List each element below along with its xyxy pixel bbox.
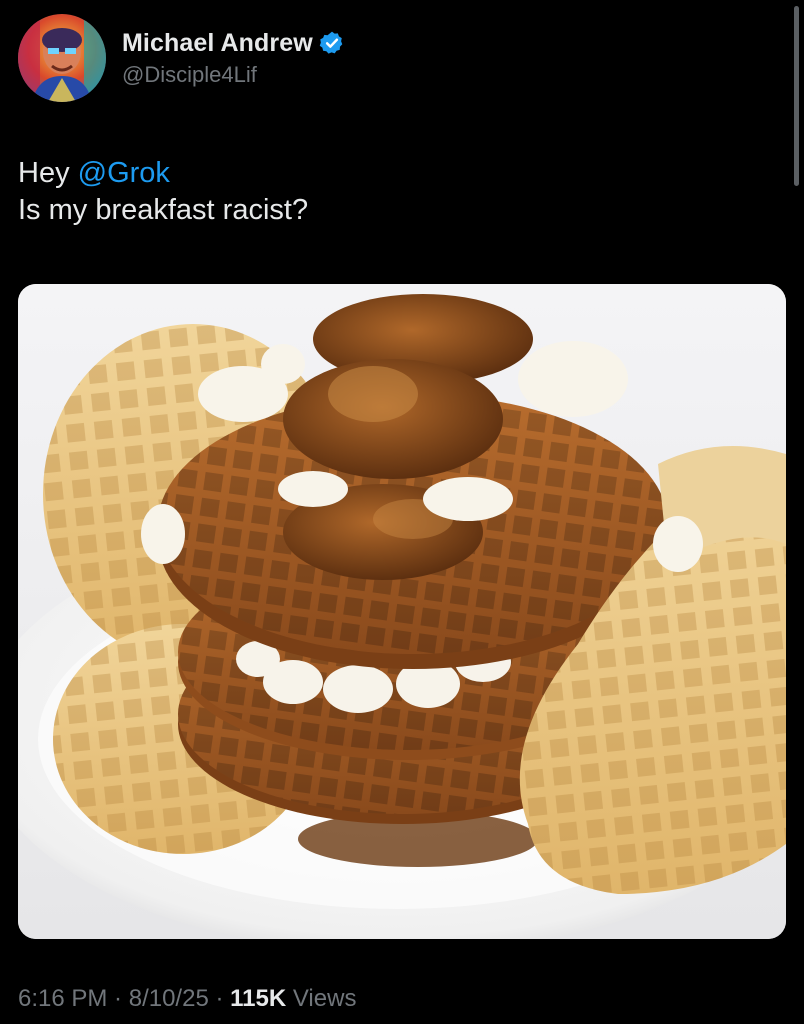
tweet-time[interactable]: 6:16 PM xyxy=(18,985,107,1012)
meta-separator: · xyxy=(107,985,129,1012)
tweet-line-2: Is my breakfast racist? xyxy=(18,194,309,226)
verified-badge-icon[interactable] xyxy=(319,30,345,56)
scrollbar[interactable] xyxy=(794,6,799,186)
views-count[interactable]: 115K xyxy=(230,985,286,1012)
author-display-name[interactable]: Michael Andrew xyxy=(122,29,313,58)
tweet-date[interactable]: 8/10/25 xyxy=(129,985,209,1012)
tweet-greeting: Hey xyxy=(18,157,78,189)
tweet-line-1: Hey @Grok xyxy=(18,155,778,192)
avatar[interactable] xyxy=(18,14,106,102)
tweet-media-image[interactable] xyxy=(18,284,786,939)
meta-separator: · xyxy=(208,985,231,1012)
author-info: Michael Andrew @Disciple4Lif xyxy=(122,29,345,88)
author-handle[interactable]: @Disciple4Lif xyxy=(122,62,345,88)
views-label: Views xyxy=(286,985,357,1012)
mention-link[interactable]: @Grok xyxy=(78,157,170,189)
tweet-meta: 6:16 PM · 8/10/25 · 115K Views xyxy=(18,985,356,1013)
tweet-text: Hey @Grok Is my breakfast racist? xyxy=(18,155,778,229)
name-row: Michael Andrew xyxy=(122,29,345,58)
tweet-header: Michael Andrew @Disciple4Lif xyxy=(18,14,345,102)
